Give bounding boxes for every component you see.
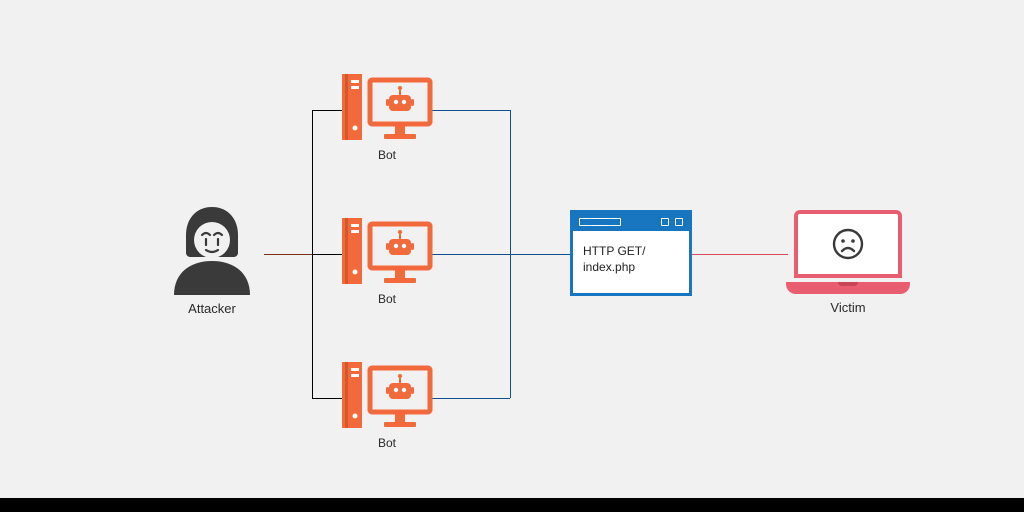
request-line2: index.php — [583, 259, 679, 275]
bot-computer-icon — [340, 70, 434, 144]
laptop-icon — [786, 210, 910, 294]
browser-titlebar — [573, 213, 689, 231]
bot-label: Bot — [378, 292, 396, 306]
line-bus-to-browser — [510, 254, 570, 255]
bot-node-2: Bot — [340, 214, 434, 306]
browser-dot-icon — [675, 218, 683, 226]
bot-computer-icon — [340, 214, 434, 288]
sad-face-icon — [831, 227, 865, 261]
bot-label: Bot — [378, 436, 396, 450]
request-node: HTTP GET/ index.php — [570, 210, 692, 296]
line-attacker-trunk — [264, 254, 312, 255]
line-attacker-branch-mid — [312, 254, 342, 255]
attacker-label: Attacker — [188, 301, 236, 316]
browser-window-icon: HTTP GET/ index.php — [570, 210, 692, 296]
bottom-bar — [0, 498, 1024, 512]
line-browser-to-victim — [692, 254, 788, 255]
bot-computer-icon — [340, 358, 434, 432]
browser-address-box — [579, 218, 621, 226]
line-bot-branch-mid — [432, 254, 510, 255]
victim-label: Victim — [830, 300, 865, 315]
attacker-icon — [158, 203, 266, 295]
attacker-node: Attacker — [158, 203, 266, 316]
bot-label: Bot — [378, 148, 396, 162]
request-text: HTTP GET/ index.php — [573, 231, 689, 293]
bot-node-3: Bot — [340, 358, 434, 450]
victim-node: Victim — [786, 210, 910, 315]
line-attacker-branch-top — [312, 110, 342, 111]
browser-dot-icon — [661, 218, 669, 226]
bot-node-1: Bot — [340, 70, 434, 162]
request-line1: HTTP GET/ — [583, 243, 679, 259]
line-bot-branch-top — [432, 110, 510, 111]
line-attacker-branch-bot — [312, 398, 342, 399]
line-bot-branch-bot — [432, 398, 510, 399]
